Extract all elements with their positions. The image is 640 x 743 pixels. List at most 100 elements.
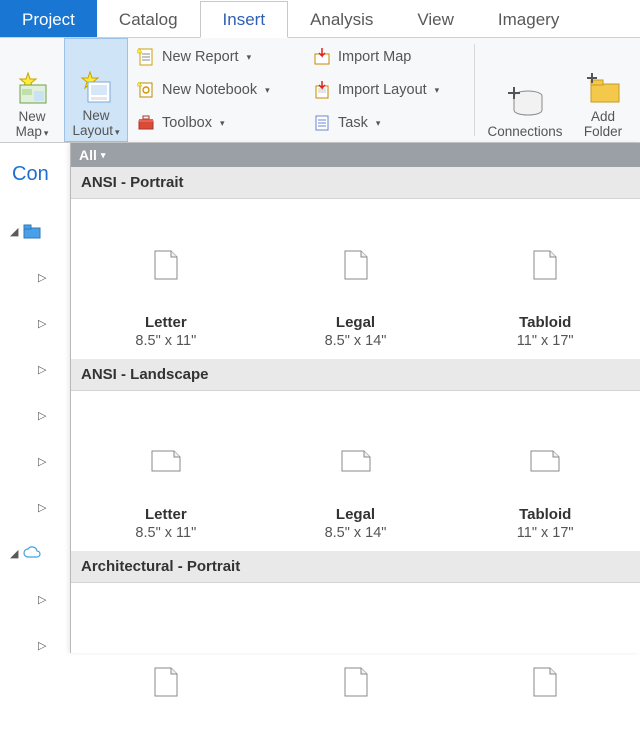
collapse-icon: ◢ (10, 225, 19, 238)
expand-icon: ▷ (38, 455, 47, 468)
expand-icon: ▷ (38, 317, 47, 330)
gallery-section-items: Letter 8.5" x 11" Legal 8.5" x 14" Tabloid 11… (71, 199, 640, 359)
expand-icon: ▷ (38, 593, 47, 606)
add-folder-label: Add Folder (584, 110, 622, 140)
cloud-icon (23, 546, 41, 561)
import-map-icon (312, 47, 332, 67)
new-notebook-button[interactable]: New Notebook▾ (132, 75, 300, 105)
ribbon-panel: New Map▾ New Layout▾ New Report▾ New Not… (0, 38, 640, 143)
layout-size-option[interactable]: Letter 8.5" x 11" (71, 199, 261, 359)
expand-icon: ▷ (38, 363, 47, 376)
tab-catalog[interactable]: Catalog (97, 0, 200, 37)
gallery-section-header: Architectural - Portrait (71, 551, 640, 583)
layout-size-option[interactable]: Tabloid11" x 17" (450, 391, 640, 551)
tree-item[interactable]: ▷ (0, 254, 70, 300)
notebook-icon (136, 80, 156, 100)
tree-item[interactable]: ◢ (0, 208, 70, 254)
import-map-label: Import Map (338, 49, 411, 65)
new-layout-label: New Layout▾ (72, 109, 119, 139)
layout-name: Letter (145, 314, 187, 331)
ribbon-group-import: Import Map Import Layout▾ Task▾ (304, 38, 472, 142)
import-layout-button[interactable]: Import Layout▾ (308, 75, 468, 105)
collapse-icon: ◢ (10, 547, 19, 560)
layout-size: 8.5" x 14" (325, 525, 387, 541)
expand-icon: ▷ (38, 639, 47, 652)
page-icon (154, 667, 178, 697)
new-report-label: New Report (162, 49, 239, 65)
tree-item[interactable]: ◢ (0, 530, 70, 576)
gallery-filter-label: All (79, 147, 97, 163)
add-folder-button[interactable]: Add Folder (573, 38, 633, 142)
new-layout-button[interactable]: New Layout▾ (64, 38, 128, 142)
expand-icon: ▷ (38, 271, 47, 284)
tree-item[interactable]: ▷ (0, 484, 70, 530)
database-plus-icon (505, 83, 545, 123)
page-icon (341, 450, 371, 472)
expand-icon: ▷ (38, 501, 47, 514)
tab-project[interactable]: Project (0, 0, 97, 37)
folder-open-icon (23, 224, 41, 239)
import-layout-label: Import Layout (338, 82, 427, 98)
gallery-section-header: ANSI - Landscape (71, 359, 640, 391)
ribbon-group-new: New Report▾ New Notebook▾ Toolbox▾ (128, 38, 304, 142)
ribbon-tabbar: Project Catalog Insert Analysis View Ima… (0, 0, 640, 38)
task-label: Task (338, 115, 368, 131)
layout-size-option[interactable] (71, 583, 261, 743)
tree-item[interactable]: ▷ (0, 300, 70, 346)
page-icon (533, 250, 557, 280)
gallery-filter-bar[interactable]: All ▾ (71, 143, 640, 167)
workspace: Con ◢ ▷ ▷ ▷ ▷ ▷ ▷ ◢ ▷ ▷ All ▾ ANSI - Port… (0, 143, 640, 653)
page-icon (344, 250, 368, 280)
expand-icon: ▷ (38, 409, 47, 422)
ribbon-divider (474, 44, 475, 136)
page-icon (344, 667, 368, 697)
new-map-label: New Map▾ (16, 110, 49, 140)
page-icon (151, 450, 181, 472)
catalog-pane-title: Con (12, 163, 49, 186)
new-report-button[interactable]: New Report▾ (132, 42, 300, 72)
tree-item[interactable]: ▷ (0, 392, 70, 438)
import-layout-icon (312, 80, 332, 100)
page-icon (154, 250, 178, 280)
connections-label: Connections (487, 125, 562, 140)
chevron-down-icon: ▾ (101, 150, 106, 161)
layout-size-option[interactable] (450, 583, 640, 743)
connections-button[interactable]: Connections (477, 38, 573, 142)
tree-item[interactable]: ▷ (0, 346, 70, 392)
tab-view[interactable]: View (395, 0, 476, 37)
gallery-section-items: Letter8.5" x 11"Legal8.5" x 14"Tabloid11… (71, 391, 640, 551)
page-icon (533, 667, 557, 697)
layout-size-option[interactable]: Letter8.5" x 11" (71, 391, 261, 551)
layout-size-option[interactable]: Tabloid 11" x 17" (450, 199, 640, 359)
gallery-section-items (71, 583, 640, 743)
tree-item[interactable]: ▷ (0, 622, 70, 668)
task-button[interactable]: Task▾ (308, 108, 468, 138)
tab-analysis[interactable]: Analysis (288, 0, 395, 37)
tab-insert[interactable]: Insert (200, 1, 289, 38)
gallery-section-header: ANSI - Portrait (71, 167, 640, 199)
layout-size: 11" x 17" (517, 525, 574, 541)
tab-imagery[interactable]: Imagery (476, 0, 581, 37)
layout-star-icon (76, 67, 116, 107)
layout-name: Legal (336, 314, 375, 331)
layout-size-option[interactable]: Legal8.5" x 14" (261, 391, 451, 551)
task-icon (312, 113, 332, 133)
folder-plus-icon (583, 68, 623, 108)
layout-gallery-dropdown: All▾ ANSI - PortraitLetter8.5" x 11"Lega… (70, 143, 640, 653)
toolbox-button[interactable]: Toolbox▾ (132, 108, 300, 138)
layout-size-option[interactable] (261, 583, 451, 743)
layout-name: Tabloid (519, 314, 571, 331)
layout-size: 8.5" x 11" (135, 333, 196, 349)
toolbox-icon (136, 113, 156, 133)
tree-item[interactable]: ▷ (0, 438, 70, 484)
layout-size: 11" x 17" (517, 333, 574, 349)
import-map-button[interactable]: Import Map (308, 42, 468, 72)
catalog-tree: ◢ ▷ ▷ ▷ ▷ ▷ ▷ ◢ ▷ ▷ (0, 208, 70, 668)
layout-size: 8.5" x 14" (325, 333, 387, 349)
page-icon (530, 450, 560, 472)
new-map-button[interactable]: New Map▾ (0, 38, 64, 142)
layout-name: Letter (145, 506, 187, 523)
layout-size-option[interactable]: Legal 8.5" x 14" (261, 199, 451, 359)
report-icon (136, 47, 156, 67)
tree-item[interactable]: ▷ (0, 576, 70, 622)
